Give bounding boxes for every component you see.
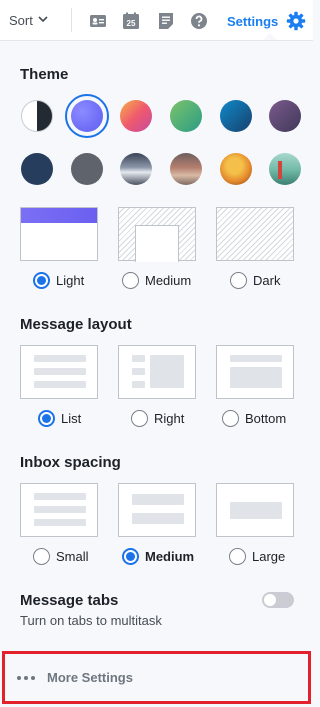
spacing-medium-label: Medium [145,549,195,564]
theme-medium-option[interactable]: Medium [122,272,191,289]
theme-light-radio[interactable] [33,272,50,289]
theme-dark-label: Dark [253,273,281,288]
layout-list-preview[interactable] [20,345,98,399]
theme-light-label: Light [56,273,85,288]
layout-right-option[interactable]: Right [131,410,184,427]
theme-medium-radio[interactable] [122,272,139,289]
settings-panel: Theme Light Medium Dark Message layout L… [0,40,313,707]
theme-dark-radio[interactable] [230,272,247,289]
chevron-down-icon [38,16,48,23]
notepad-icon[interactable] [157,12,175,30]
help-icon[interactable] [190,12,208,30]
theme-swatch-slate[interactable] [71,153,103,185]
more-settings-label: More Settings [47,670,133,685]
more-settings-button[interactable]: More Settings [2,651,311,704]
sort-label: Sort [9,13,33,28]
spacing-medium-radio[interactable] [122,548,139,565]
spacing-small-label: Small [56,549,89,564]
layout-right-preview[interactable] [118,345,196,399]
layout-right-radio[interactable] [131,410,148,427]
layout-bottom-label: Bottom [245,411,287,426]
inbox-spacing-title: Inbox spacing [20,454,121,471]
layout-bottom-radio[interactable] [222,410,239,427]
toolbar-divider [71,8,72,32]
theme-swatch-plum[interactable] [269,100,301,132]
sort-dropdown[interactable]: Sort [9,13,48,28]
message-layout-title: Message layout [20,316,132,333]
theme-swatch-mountain-image[interactable] [120,153,152,185]
theme-dark-option[interactable]: Dark [230,272,280,289]
layout-list-radio[interactable] [38,410,55,427]
theme-title: Theme [20,66,69,83]
gear-icon[interactable] [286,11,306,31]
message-tabs-title: Message tabs [20,592,119,609]
theme-swatch-contrast[interactable] [21,100,53,132]
theme-medium-label: Medium [145,273,192,288]
spacing-small-preview[interactable] [20,483,98,537]
theme-swatch-sunset[interactable] [120,100,152,132]
spacing-small-radio[interactable] [33,548,50,565]
spacing-medium-preview[interactable] [118,483,196,537]
theme-light-option[interactable]: Light [33,272,84,289]
theme-swatch-lighthouse-image[interactable] [269,153,301,185]
theme-swatch-ocean[interactable] [220,100,252,132]
spacing-large-radio[interactable] [229,548,246,565]
more-dots-icon [17,675,35,680]
layout-right-label: Right [154,411,185,426]
spacing-small-option[interactable]: Small [33,548,89,565]
layout-bottom-preview[interactable] [216,345,294,399]
theme-swatch-green[interactable] [170,100,202,132]
toggle-knob [264,594,276,606]
theme-swatch-kangaroo-image[interactable] [220,153,252,185]
layout-bottom-option[interactable]: Bottom [222,410,286,427]
layout-list-label: List [61,411,82,426]
top-toolbar: Sort 25 Settings [0,0,313,41]
spacing-large-preview[interactable] [216,483,294,537]
spacing-medium-option[interactable]: Medium [122,548,194,565]
calendar-day-label: 25 [127,19,136,28]
message-tabs-subtitle: Turn on tabs to multitask [20,613,162,628]
theme-swatch-navy[interactable] [21,153,53,185]
calendar-icon[interactable]: 25 [122,12,140,30]
settings-tab-label[interactable]: Settings [227,14,278,29]
theme-swatch-violet[interactable] [65,94,109,138]
theme-medium-preview[interactable] [118,207,196,262]
theme-dark-preview[interactable] [216,207,294,261]
spacing-large-label: Large [252,549,286,564]
theme-light-preview[interactable] [20,207,98,261]
theme-swatch-desert-image[interactable] [170,153,202,185]
message-tabs-toggle[interactable] [262,592,294,608]
spacing-large-option[interactable]: Large [229,548,285,565]
contact-card-icon[interactable] [89,12,107,30]
layout-list-option[interactable]: List [38,410,81,427]
